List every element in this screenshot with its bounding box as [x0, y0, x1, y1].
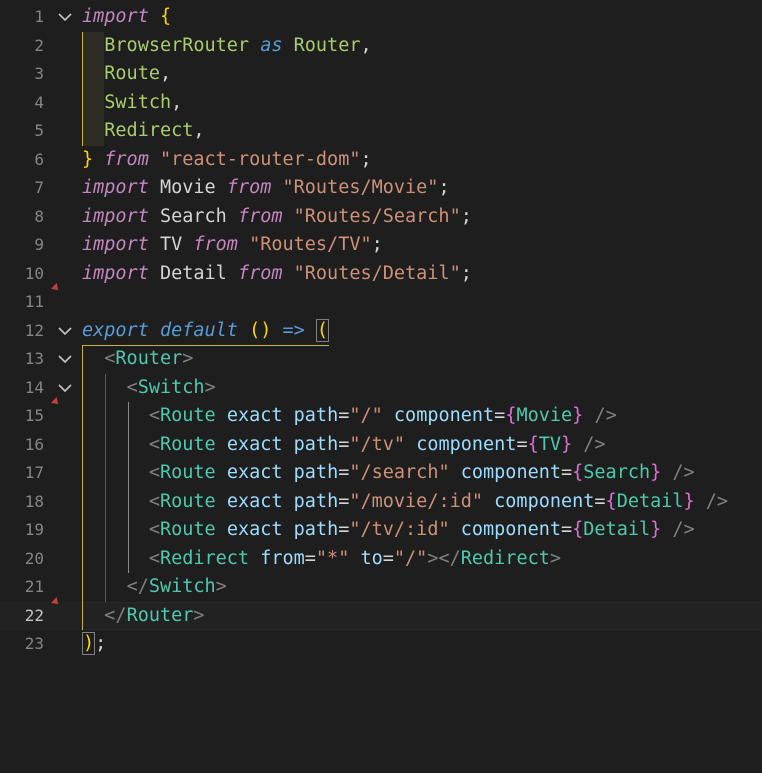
code-text: <Route exact path="/movie/:id" component…	[148, 490, 729, 512]
code-text: <Switch>	[126, 376, 216, 398]
fold-chevron-icon[interactable]	[56, 317, 74, 346]
code-line[interactable]: 8 import Search from "Routes/Search";	[0, 203, 762, 232]
code-text: Route,	[104, 63, 172, 84]
code-text: </Router>	[104, 604, 205, 626]
code-line[interactable]: 2 BrowserRouter as Router,	[0, 31, 762, 60]
code-line[interactable]: 12 export default () => (	[0, 317, 762, 346]
code-text: <Route exact path="/tv" component={TV} /…	[148, 433, 606, 455]
line-number: 11	[24, 292, 44, 311]
code-text: Switch,	[104, 91, 183, 113]
code-line[interactable]: 5 Redirect,	[0, 117, 762, 146]
line-number: 2	[34, 35, 44, 55]
line-number: 3	[34, 64, 44, 83]
code-text: } from "react-router-dom";	[82, 148, 372, 170]
line-number: 9	[34, 235, 44, 254]
code-line[interactable]: 18 <Route exact path="/movie/:id" compon…	[0, 487, 762, 516]
line-number: 16	[24, 434, 44, 454]
code-text: import TV from "Routes/TV";	[82, 234, 383, 255]
line-number: 23	[24, 634, 44, 653]
code-line[interactable]: 7 import Movie from "Routes/Movie";	[0, 174, 762, 203]
code-text: Redirect,	[104, 120, 205, 141]
line-number: 6	[34, 149, 44, 169]
fold-chevron-icon[interactable]	[56, 3, 74, 32]
code-line[interactable]: 6 } from "react-router-dom";	[0, 146, 762, 175]
line-number: 22	[24, 605, 44, 625]
code-text: </Switch>	[126, 576, 227, 597]
line-number: 17	[24, 463, 44, 482]
code-text: import {	[82, 6, 172, 27]
line-number: 5	[34, 121, 44, 140]
code-text: <Router>	[104, 348, 194, 369]
code-line[interactable]: 9 import TV from "Routes/TV";	[0, 231, 762, 260]
code-line[interactable]: 11	[0, 288, 762, 317]
line-number: 19	[24, 520, 44, 539]
line-number: 10	[24, 263, 44, 283]
code-text: import Search from "Routes/Search";	[82, 205, 472, 227]
code-line[interactable]: 23 );	[0, 630, 762, 659]
code-line-current[interactable]: 22 </Router>	[0, 601, 762, 630]
line-number: 12	[24, 320, 44, 340]
fold-chevron-icon[interactable]	[56, 374, 74, 403]
line-number: 18	[24, 491, 44, 511]
line-number: 13	[24, 349, 44, 368]
code-text: <Redirect from="*" to="/"></Redirect>	[148, 547, 561, 569]
code-line[interactable]: 16 <Route exact path="/tv" component={TV…	[0, 430, 762, 459]
code-editor[interactable]: 1 import { 2 BrowserRouter as Router, 3 …	[0, 3, 762, 663]
line-number: 14	[24, 377, 44, 397]
line-number: 4	[34, 92, 44, 112]
code-text: <Route exact path="/search" component={S…	[148, 462, 695, 483]
line-number: 21	[24, 577, 44, 596]
code-text: import Movie from "Routes/Movie";	[82, 177, 450, 198]
code-line[interactable]: 10 import Detail from "Routes/Detail";	[0, 260, 762, 293]
code-text: );	[82, 632, 107, 655]
code-text: <Route exact path="/tv/:id" component={D…	[148, 519, 695, 540]
code-line[interactable]: 14 <Switch>	[0, 373, 762, 407]
code-line[interactable]: 4 Switch,	[0, 88, 762, 117]
code-line[interactable]: 1 import {	[0, 3, 762, 32]
line-number: 7	[34, 178, 44, 197]
code-line[interactable]: 15 <Route exact path="/" component={Movi…	[0, 402, 762, 431]
code-line[interactable]: 21 </Switch>	[0, 573, 762, 607]
code-text: <Route exact path="/" component={Movie} …	[148, 405, 617, 426]
fold-chevron-icon[interactable]	[56, 345, 74, 374]
code-line[interactable]: 17 <Route exact path="/search" component…	[0, 459, 762, 488]
line-number: 1	[34, 7, 44, 26]
code-line[interactable]: 3 Route,	[0, 60, 762, 89]
code-line[interactable]: 13 <Router>	[0, 345, 762, 374]
code-text: export default () => (	[82, 317, 330, 346]
code-text: import Detail from "Routes/Detail";	[82, 262, 472, 284]
code-line[interactable]: 20 <Redirect from="*" to="/"></Redirect>	[0, 544, 762, 573]
line-number: 20	[24, 548, 44, 568]
code-line[interactable]: 19 <Route exact path="/tv/:id" component…	[0, 516, 762, 545]
line-number: 8	[34, 206, 44, 226]
code-text: BrowserRouter as Router,	[104, 34, 372, 56]
line-number: 15	[24, 406, 44, 425]
